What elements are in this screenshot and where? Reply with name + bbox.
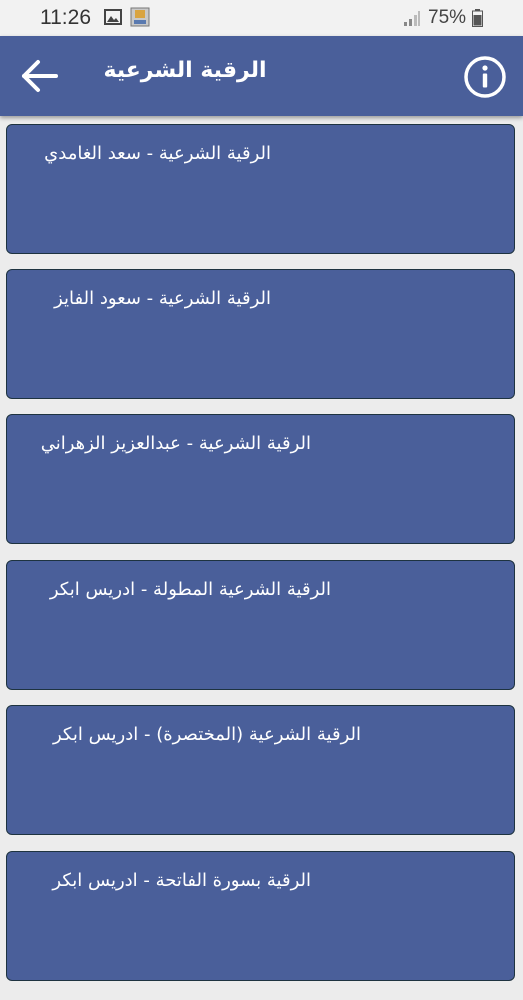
list-item-label: الرقية الشرعية المطولة - ادريس ابكر xyxy=(49,579,331,600)
list-item[interactable]: الرقية الشرعية - عبدالعزيز الزهراني xyxy=(6,414,515,544)
list-item[interactable]: الرقية الشرعية (المختصرة) - ادريس ابكر xyxy=(6,705,515,835)
arrow-left-icon xyxy=(22,60,58,92)
info-icon xyxy=(464,56,506,98)
list-item[interactable]: الرقية الشرعية - سعد الغامدي xyxy=(6,124,515,254)
battery-percentage: 75% xyxy=(428,7,467,28)
back-button[interactable] xyxy=(18,54,62,98)
battery-icon xyxy=(472,9,483,27)
list-item[interactable]: الرقية الشرعية المطولة - ادريس ابكر xyxy=(6,560,515,690)
app-notification-icon xyxy=(130,7,150,27)
list-item-label: الرقية الشرعية - عبدالعزيز الزهراني xyxy=(40,433,311,454)
list-item-label: الرقية بسورة الفاتحة - ادريس ابكر xyxy=(52,870,311,891)
status-time: 11:26 xyxy=(40,6,91,29)
status-bar: 11:26 75% xyxy=(0,0,523,36)
list-item[interactable]: الرقية بسورة الفاتحة - ادريس ابكر xyxy=(6,851,515,981)
page-title: الرقية الشرعية xyxy=(103,58,267,83)
list-item-label: الرقية الشرعية - سعد الغامدي xyxy=(44,143,271,164)
list-item-label: الرقية الشرعية (المختصرة) - ادريس ابكر xyxy=(52,724,361,745)
signal-icon xyxy=(404,11,420,26)
gallery-icon xyxy=(104,9,122,25)
info-button[interactable] xyxy=(462,54,508,100)
list-item-label: الرقية الشرعية - سعود الفايز xyxy=(54,288,271,309)
list-item[interactable]: الرقية الشرعية - سعود الفايز xyxy=(6,269,515,399)
app-bar: الرقية الشرعية xyxy=(0,36,523,116)
